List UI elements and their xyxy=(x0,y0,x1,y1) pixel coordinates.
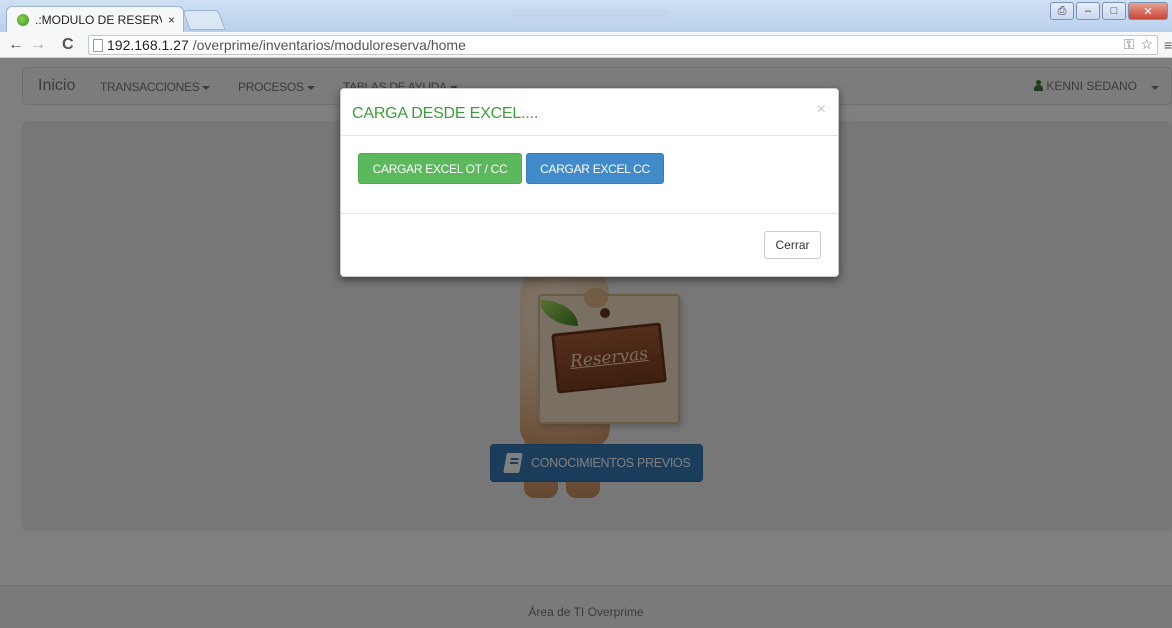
address-bar[interactable]: 192.168.1.27/overprime/inventarios/modul… xyxy=(88,35,1158,55)
page-icon xyxy=(93,38,103,52)
modal-body: CARGAR EXCEL OT / CC CARGAR EXCEL CC xyxy=(341,136,838,214)
maximize-icon[interactable]: □ xyxy=(1102,2,1126,20)
back-icon[interactable]: ← xyxy=(8,35,24,55)
carga-excel-modal: CARGA DESDE EXCEL.... × CARGAR EXCEL OT … xyxy=(340,88,839,277)
tab-title: .:MODULO DE RESERVA:. xyxy=(35,12,162,27)
window-controls: ⎙ – □ ✕ xyxy=(1050,2,1168,20)
window-title xyxy=(510,9,670,21)
address-actions: ⚿ ☆ xyxy=(1124,36,1153,53)
cerrar-button[interactable]: Cerrar xyxy=(764,231,821,259)
window-close-icon[interactable]: ✕ xyxy=(1128,2,1168,20)
modal-title: CARGA DESDE EXCEL.... xyxy=(352,105,539,122)
cargar-excel-ot-cc-button[interactable]: CARGAR EXCEL OT / CC xyxy=(358,153,522,184)
menu-icon[interactable]: ≡ xyxy=(1164,35,1172,55)
cargar-excel-cc-button[interactable]: CARGAR EXCEL CC xyxy=(526,153,664,184)
minimize-icon[interactable]: – xyxy=(1076,2,1100,20)
tab-close-icon[interactable]: × xyxy=(168,13,175,27)
modal-close-icon[interactable]: × xyxy=(817,101,826,119)
browser-tab[interactable]: .:MODULO DE RESERVA:. × xyxy=(6,6,184,32)
modal-footer: Cerrar xyxy=(341,214,838,276)
favicon-icon xyxy=(17,13,29,26)
forward-icon[interactable]: → xyxy=(30,35,46,55)
url-host: 192.168.1.27 xyxy=(107,37,189,53)
key-icon[interactable]: ⚿ xyxy=(1124,36,1135,53)
user-profile-icon[interactable]: ⎙ xyxy=(1050,2,1074,20)
browser-titlebar: .:MODULO DE RESERVA:. × ⎙ – □ ✕ xyxy=(0,0,1172,32)
url-path: /overprime/inventarios/moduloreserva/hom… xyxy=(192,37,466,53)
new-tab-button[interactable] xyxy=(182,10,226,30)
browser-toolbar: ← → C 192.168.1.27/overprime/inventarios… xyxy=(0,32,1172,58)
modal-header: CARGA DESDE EXCEL.... × xyxy=(341,89,838,136)
bookmark-star-icon[interactable]: ☆ xyxy=(1140,36,1153,53)
reload-icon[interactable]: C xyxy=(62,35,74,55)
